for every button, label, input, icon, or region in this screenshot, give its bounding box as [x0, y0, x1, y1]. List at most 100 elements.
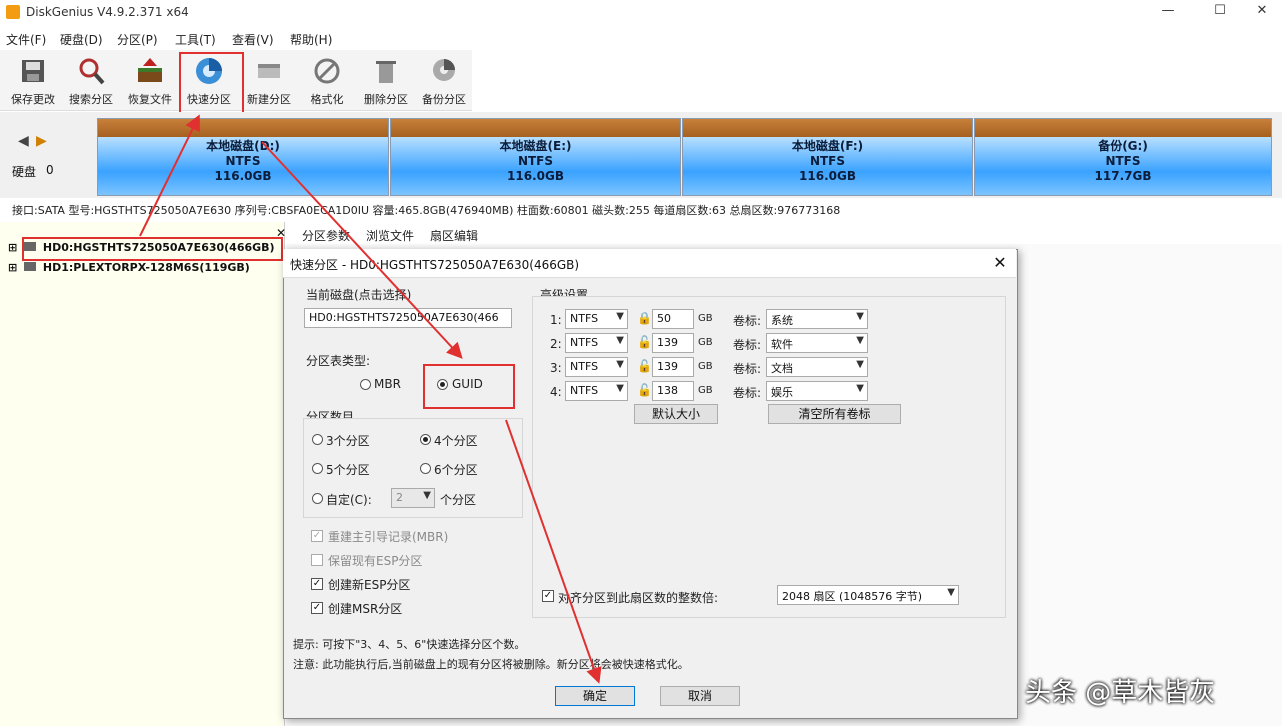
rebuild-mbr-checkbox[interactable]: ✓ — [311, 530, 323, 542]
tree-node-hd1[interactable]: ⊞ HD1:PLEXTORPX-128M6S(119GB) — [8, 261, 250, 274]
search-partition-button[interactable]: 搜索分区 — [62, 54, 120, 108]
partition-e[interactable]: 本地磁盘(E:) NTFS 116.0GB — [390, 118, 681, 196]
watermark: 头条 @草木皆灰 — [1025, 678, 1216, 708]
keep-esp-checkbox[interactable] — [311, 554, 323, 566]
menu-help[interactable]: 帮助(H) — [290, 31, 332, 48]
row1-size-input[interactable]: 50 — [652, 309, 694, 329]
row4-volume-select[interactable]: 娱乐 ▼ — [766, 381, 868, 401]
lock-icon[interactable]: 🔒 — [637, 311, 652, 325]
pane-close-icon[interactable]: ✕ — [276, 226, 286, 240]
partition-d[interactable]: 本地磁盘(D:) NTFS 116.0GB — [97, 118, 389, 196]
row1-volume-select[interactable]: 系统 ▼ — [766, 309, 868, 329]
close-button[interactable]: ✕ — [1240, 3, 1282, 23]
row4-fs-select[interactable]: NTFS ▼ — [565, 381, 628, 401]
unlock-icon[interactable]: 🔓 — [637, 359, 652, 373]
row2-size-input[interactable]: 139 — [652, 333, 694, 353]
align-checkbox[interactable]: ✓ — [542, 590, 554, 602]
keep-esp-label: 保留现有ESP分区 — [328, 554, 423, 568]
volume-label-caption: 卷标: — [733, 386, 762, 400]
toolbar-label: 恢复文件 — [128, 93, 172, 106]
expand-icon[interactable]: ⊞ — [8, 241, 17, 254]
current-disk-label: 当前磁盘(点击选择) — [306, 288, 412, 302]
row3-volume-select[interactable]: 文档 ▼ — [766, 357, 868, 377]
backup-partition-button[interactable]: 备份分区 — [415, 54, 473, 108]
save-changes-button[interactable]: 保存更改 — [4, 54, 62, 108]
menu-partition[interactable]: 分区(P) — [117, 31, 158, 48]
dialog-title: 快速分区 - HD0:HGSTHTS725050A7E630(466GB) — [290, 258, 580, 272]
tab-sector-editor[interactable]: 扇区编辑 — [430, 227, 478, 244]
align-select[interactable]: 2048 扇区 (1048576 字节) ▼ — [777, 585, 959, 605]
title-bar — [0, 0, 1282, 26]
prev-disk-icon[interactable]: ◀ — [18, 133, 29, 149]
mbr-radio[interactable] — [360, 379, 371, 390]
custom-count-suffix: 个分区 — [440, 493, 477, 507]
chevron-down-icon: ▼ — [856, 359, 864, 370]
row2-fs-select[interactable]: NTFS ▼ — [565, 333, 628, 353]
recover-files-button[interactable]: 恢复文件 — [121, 54, 179, 108]
fs-value: NTFS — [570, 312, 599, 325]
count-6-radio[interactable] — [420, 463, 431, 474]
row4-size-input[interactable]: 138 — [652, 381, 694, 401]
count-3-radio[interactable] — [312, 434, 323, 445]
count-4-label: 4个分区 — [434, 434, 478, 448]
next-disk-icon[interactable]: ▶ — [36, 133, 47, 149]
delete-partition-button[interactable]: 删除分区 — [357, 54, 415, 108]
row3-fs-select[interactable]: NTFS ▼ — [565, 357, 628, 377]
create-esp-checkbox[interactable]: ✓ — [311, 578, 323, 590]
toolbar-label: 删除分区 — [364, 93, 408, 106]
menu-disk[interactable]: 硬盘(D) — [60, 31, 103, 48]
custom-count-radio[interactable] — [312, 493, 323, 504]
size-unit: GB — [698, 313, 713, 324]
row3-size-input[interactable]: 139 — [652, 357, 694, 377]
new-partition-button[interactable]: 新建分区 — [240, 54, 298, 108]
tab-browse-files[interactable]: 浏览文件 — [366, 227, 414, 244]
create-msr-checkbox[interactable]: ✓ — [311, 602, 323, 614]
volume-label-caption: 卷标: — [733, 338, 762, 352]
partition-body: 本地磁盘(D:) NTFS 116.0GB — [98, 137, 388, 195]
rebuild-mbr-label: 重建主引导记录(MBR) — [328, 530, 449, 544]
row1-fs-select[interactable]: NTFS ▼ — [565, 309, 628, 329]
minimize-button[interactable]: — — [1146, 3, 1190, 23]
align-value: 2048 扇区 (1048576 字节) — [782, 590, 923, 603]
partition-f[interactable]: 本地磁盘(F:) NTFS 116.0GB — [682, 118, 973, 196]
clear-labels-button[interactable]: 清空所有卷标 — [768, 404, 901, 424]
partition-name: 本地磁盘(D:) — [206, 139, 280, 153]
maximize-button[interactable]: ☐ — [1198, 3, 1242, 23]
expand-icon[interactable]: ⊞ — [8, 261, 17, 274]
toolbar-label: 格式化 — [310, 93, 344, 106]
partition-g[interactable]: 备份(G:) NTFS 117.7GB — [974, 118, 1272, 196]
dialog-close-button[interactable]: ✕ — [990, 253, 1010, 273]
cancel-button[interactable]: 取消 — [660, 686, 740, 706]
partition-body: 本地磁盘(F:) NTFS 116.0GB — [683, 137, 972, 195]
custom-count-select[interactable]: 2 ▼ — [391, 488, 435, 508]
menu-view[interactable]: 查看(V) — [232, 31, 274, 48]
chevron-down-icon: ▼ — [616, 335, 624, 346]
current-disk-field[interactable]: HD0:HGSTHTS725050A7E630(466 — [304, 308, 512, 328]
menu-file[interactable]: 文件(F) — [6, 31, 46, 48]
default-size-button[interactable]: 默认大小 — [634, 404, 718, 424]
partition-size: 116.0GB — [507, 169, 564, 183]
tab-partition-params[interactable]: 分区参数 — [302, 227, 350, 244]
unlock-icon[interactable]: 🔓 — [637, 335, 652, 349]
create-msr-label: 创建MSR分区 — [328, 602, 403, 616]
search-icon — [79, 58, 105, 85]
menu-tools[interactable]: 工具(T) — [175, 31, 216, 48]
count-5-label: 5个分区 — [326, 463, 370, 477]
unlock-icon[interactable]: 🔓 — [637, 383, 652, 397]
partition-fs: NTFS — [225, 154, 261, 168]
toolbar-label: 搜索分区 — [69, 93, 113, 106]
partition-name: 备份(G:) — [1098, 139, 1148, 153]
count-4-radio[interactable] — [420, 434, 431, 445]
chevron-down-icon: ▼ — [856, 335, 864, 346]
partition-size: 116.0GB — [799, 169, 856, 183]
tip-text: 提示: 可按下"3、4、5、6"快速选择分区个数。 — [293, 638, 526, 651]
create-esp-label: 创建新ESP分区 — [328, 578, 411, 592]
row2-volume-select[interactable]: 软件 ▼ — [766, 333, 868, 353]
count-5-radio[interactable] — [312, 463, 323, 474]
chevron-down-icon: ▼ — [856, 311, 864, 322]
disk-tree — [0, 222, 285, 726]
ok-button[interactable]: 确定 — [555, 686, 635, 706]
format-button[interactable]: 格式化 — [298, 54, 356, 108]
disk-label: 硬盘 — [12, 165, 37, 179]
partition-fs: NTFS — [809, 154, 846, 168]
